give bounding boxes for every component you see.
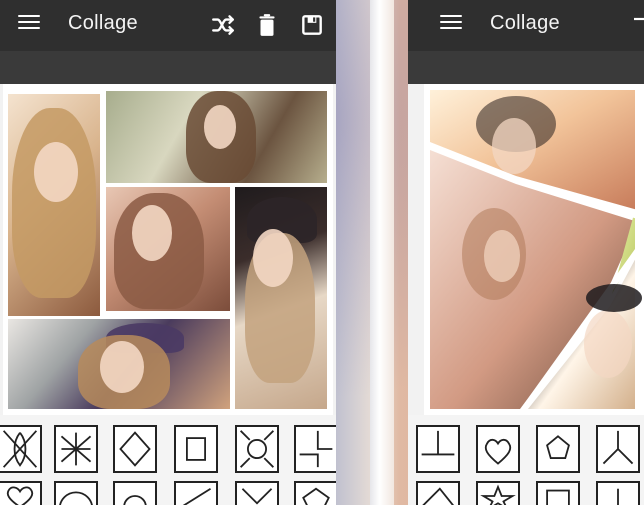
layout-tile-pentagon-partial[interactable] [294, 481, 336, 505]
secondary-bar [408, 51, 644, 84]
layout-tile-1[interactable] [416, 425, 460, 473]
layout-tile-3[interactable] [113, 425, 157, 473]
app-toolbar: Collage [0, 0, 336, 51]
collage-photo-woman-in-forest[interactable] [106, 91, 327, 183]
layout-tile-4[interactable] [596, 425, 640, 473]
layout-tile-3[interactable] [536, 425, 580, 473]
layout-tile-heart-partial[interactable] [0, 481, 42, 505]
shuffle-icon[interactable] [210, 12, 236, 38]
layout-tile-corner-partial[interactable] [235, 481, 279, 505]
collage-photo-woman-purple-hat[interactable] [8, 319, 230, 409]
layout-tile-4[interactable] [174, 425, 218, 473]
layout-tile-star-partial[interactable] [476, 481, 520, 505]
layout-tile-circle-partial[interactable] [54, 481, 98, 505]
collage-canvas [424, 84, 644, 415]
layout-tile-ring-partial[interactable] [113, 481, 157, 505]
menu-icon[interactable] [440, 15, 462, 31]
layout-tray [0, 415, 336, 505]
app-title: Collage [490, 12, 560, 34]
menu-icon[interactable] [18, 15, 40, 31]
partial-toolbar-icon[interactable] [632, 12, 644, 38]
collage-canvas [3, 84, 333, 415]
collage-photo-woman-curly-hair[interactable] [106, 187, 230, 311]
collage-photo-portrait-blonde[interactable] [8, 94, 100, 316]
layout-tile-5[interactable] [235, 425, 279, 473]
secondary-bar [0, 51, 336, 84]
screen-divider [370, 0, 394, 505]
collage-photo-woman-beanie[interactable] [235, 187, 327, 409]
layout-tile-6[interactable] [294, 425, 336, 473]
collage-screen-2: Collage [408, 0, 644, 505]
layout-tile-corner-partial[interactable] [416, 481, 460, 505]
collage-screen-1: Collage [0, 0, 336, 505]
trash-icon[interactable] [254, 12, 280, 38]
save-icon[interactable] [299, 12, 325, 38]
layout-tile-slash-partial[interactable] [174, 481, 218, 505]
layout-tray [408, 415, 644, 505]
layout-tile-square-partial[interactable] [536, 481, 580, 505]
layout-tile-split-partial[interactable] [596, 481, 640, 505]
app-title: Collage [68, 12, 138, 34]
layout-tile-2[interactable] [54, 425, 98, 473]
layout-tile-1[interactable] [0, 425, 42, 473]
diagonal-collage-layout [428, 90, 642, 411]
layout-tile-2[interactable] [476, 425, 520, 473]
app-toolbar: Collage [408, 0, 644, 51]
